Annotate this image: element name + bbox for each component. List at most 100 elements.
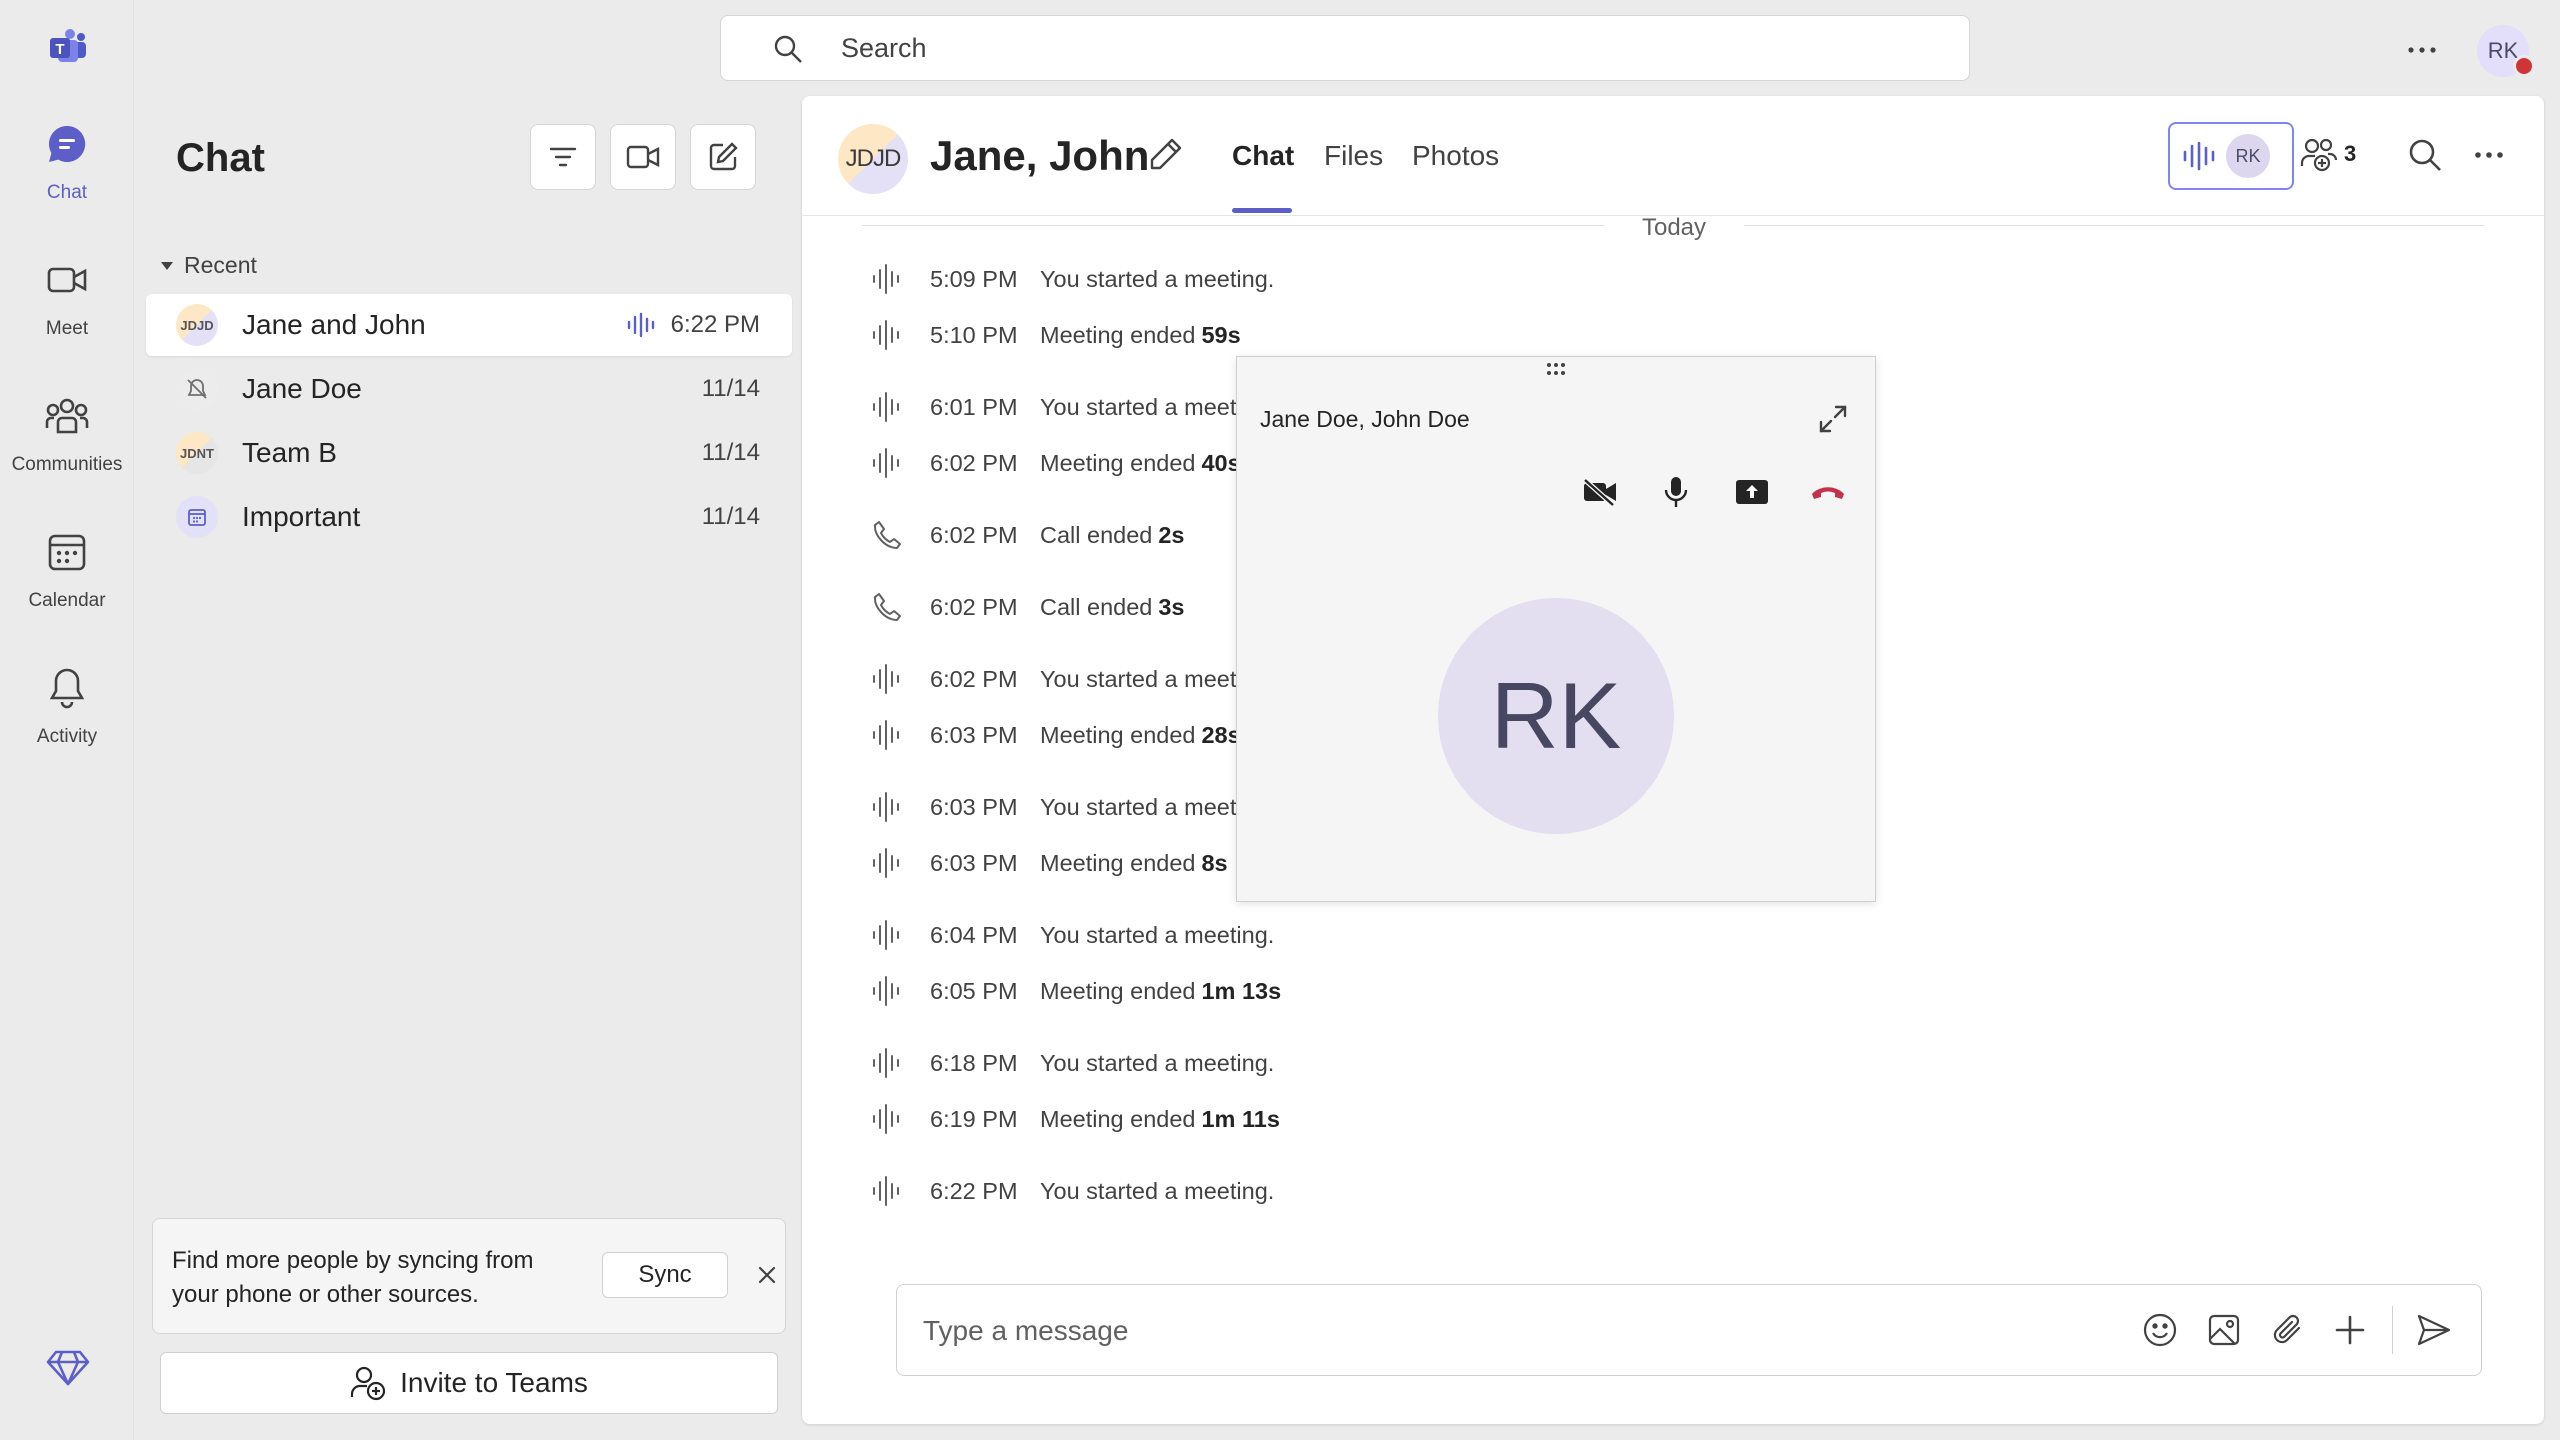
message-text: Meeting ended 40s xyxy=(1040,450,1241,477)
message-row: 6:02 PM Meeting ended 40s xyxy=(866,443,1241,483)
message-duration: 1m 11s xyxy=(1201,1105,1280,1132)
message-row: 6:03 PM Meeting ended 28s xyxy=(866,715,1241,755)
message-duration: 3s xyxy=(1158,593,1185,620)
meeting-icon xyxy=(866,663,906,695)
search-input[interactable] xyxy=(841,32,1841,64)
microphone-icon[interactable] xyxy=(1654,470,1698,514)
rail-item-chat[interactable]: Chat xyxy=(0,116,134,204)
message-text: You started a meeting. xyxy=(1040,922,1274,949)
tab-files[interactable]: Files xyxy=(1324,140,1383,172)
chat-time: 11/14 xyxy=(701,503,760,530)
meeting-icon xyxy=(866,1047,906,1079)
close-icon[interactable] xyxy=(754,1262,780,1288)
message-row: 6:01 PM You started a meeting. xyxy=(866,387,1274,427)
rail-item-calendar[interactable]: Calendar xyxy=(0,524,134,612)
drag-handle-icon[interactable] xyxy=(1546,362,1566,376)
calendar-icon xyxy=(176,496,218,538)
sync-description: Find more people by syncing from your ph… xyxy=(172,1247,534,1308)
chat-name: Jane and John xyxy=(242,309,426,340)
message-row: 6:22 PM You started a meeting. xyxy=(866,1171,1274,1211)
message-row: 5:09 PM You started a meeting. xyxy=(866,259,1274,299)
tab-chat[interactable]: Chat xyxy=(1232,140,1294,172)
rail-item-label: Calendar xyxy=(28,590,106,611)
video-camera-icon xyxy=(39,252,95,308)
message-text: Meeting ended 1m 11s xyxy=(1040,1106,1280,1133)
message-text: Meeting ended 8s xyxy=(1040,850,1228,877)
filter-icon xyxy=(548,145,578,169)
compose-box[interactable] xyxy=(896,1284,2482,1376)
attach-icon[interactable] xyxy=(2268,1310,2308,1350)
message-body: Meeting ended xyxy=(1040,977,1196,1004)
share-screen-icon[interactable] xyxy=(1730,470,1774,514)
message-row: 6:02 PM You started a meeting. xyxy=(866,659,1274,699)
join-call-button[interactable]: RK xyxy=(2168,122,2294,190)
group-avatar[interactable]: JDJD xyxy=(838,124,908,194)
search-icon[interactable] xyxy=(2406,136,2444,174)
filter-button[interactable] xyxy=(530,124,596,190)
message-time: 6:03 PM xyxy=(930,793,1018,820)
participants-button[interactable]: 3 xyxy=(2300,136,2356,172)
live-meeting-icon xyxy=(626,312,656,338)
avatar: JDNT xyxy=(176,432,218,474)
video-camera-icon xyxy=(626,144,660,170)
chat-name: Team B xyxy=(242,437,337,468)
message-row: 5:10 PM Meeting ended 59s xyxy=(866,315,1241,355)
hang-up-icon[interactable] xyxy=(1806,470,1850,514)
recent-section-header[interactable]: Recent xyxy=(160,252,257,279)
avatar: RK xyxy=(2226,134,2270,178)
meeting-icon xyxy=(866,263,906,295)
new-chat-button[interactable] xyxy=(690,124,756,190)
tab-photos[interactable]: Photos xyxy=(1412,140,1499,172)
call-window-title: Jane Doe, John Doe xyxy=(1260,406,1470,432)
message-body: Call ended xyxy=(1040,521,1153,548)
message-time: 5:09 PM xyxy=(930,265,1018,292)
camera-off-icon[interactable] xyxy=(1578,470,1622,514)
message-duration: 8s xyxy=(1201,849,1228,876)
plus-icon[interactable] xyxy=(2330,1310,2370,1350)
edit-name-icon[interactable] xyxy=(1146,136,1184,174)
more-options-icon[interactable] xyxy=(2402,30,2442,70)
meeting-icon xyxy=(866,847,906,879)
message-row: 6:05 PM Meeting ended 1m 13s xyxy=(866,971,1281,1011)
message-body: Meeting ended xyxy=(1040,449,1196,476)
message-text: You started a meeting. xyxy=(1040,1178,1274,1205)
message-duration: 40s xyxy=(1201,449,1241,476)
message-time: 6:01 PM xyxy=(930,393,1018,420)
message-body: Meeting ended xyxy=(1040,1105,1196,1132)
message-input[interactable] xyxy=(923,1309,2073,1353)
divider xyxy=(1744,225,2484,226)
more-options-icon[interactable] xyxy=(2470,136,2508,174)
chat-list-item-team-b[interactable]: JDNT Team B 11/14 xyxy=(146,422,792,484)
sync-button[interactable]: Sync xyxy=(602,1252,728,1298)
rail-item-activity[interactable]: Activity xyxy=(0,660,134,748)
chat-icon xyxy=(39,116,95,172)
meeting-icon xyxy=(866,391,906,423)
message-row: 6:04 PM You started a meeting. xyxy=(866,915,1274,955)
chat-time: 11/14 xyxy=(701,439,760,466)
rail-item-meet[interactable]: Meet xyxy=(0,252,134,340)
phone-icon xyxy=(866,519,906,551)
send-icon[interactable] xyxy=(2414,1310,2454,1350)
emoji-icon[interactable] xyxy=(2140,1310,2180,1350)
svg-text:T: T xyxy=(55,41,64,58)
diamond-icon[interactable] xyxy=(46,1348,90,1388)
message-row: 6:02 PM Call ended 2s xyxy=(866,515,1185,555)
search-bar[interactable] xyxy=(720,15,1970,81)
chat-list-item-important[interactable]: Important 11/14 xyxy=(146,486,792,548)
rail-item-label: Activity xyxy=(36,726,98,747)
message-body: Call ended xyxy=(1040,593,1153,620)
message-time: 6:19 PM xyxy=(930,1105,1018,1132)
invite-to-teams-button[interactable]: Invite to Teams xyxy=(160,1352,778,1414)
people-add-icon xyxy=(2300,136,2338,172)
meeting-icon xyxy=(866,919,906,951)
chat-list-item-jane-doe[interactable]: Jane Doe 11/14 xyxy=(146,358,792,420)
message-text: Meeting ended 1m 13s xyxy=(1040,978,1281,1005)
chat-name: Important xyxy=(242,501,361,532)
rail-item-communities[interactable]: Communities xyxy=(0,388,134,476)
message-time: 6:04 PM xyxy=(930,921,1018,948)
add-person-icon xyxy=(350,1365,386,1401)
chat-list-item-jane-and-john[interactable]: JDJD Jane and John 6:22 PM xyxy=(146,294,792,356)
meet-now-button[interactable] xyxy=(610,124,676,190)
expand-icon[interactable] xyxy=(1818,404,1848,434)
image-icon[interactable] xyxy=(2204,1310,2244,1350)
